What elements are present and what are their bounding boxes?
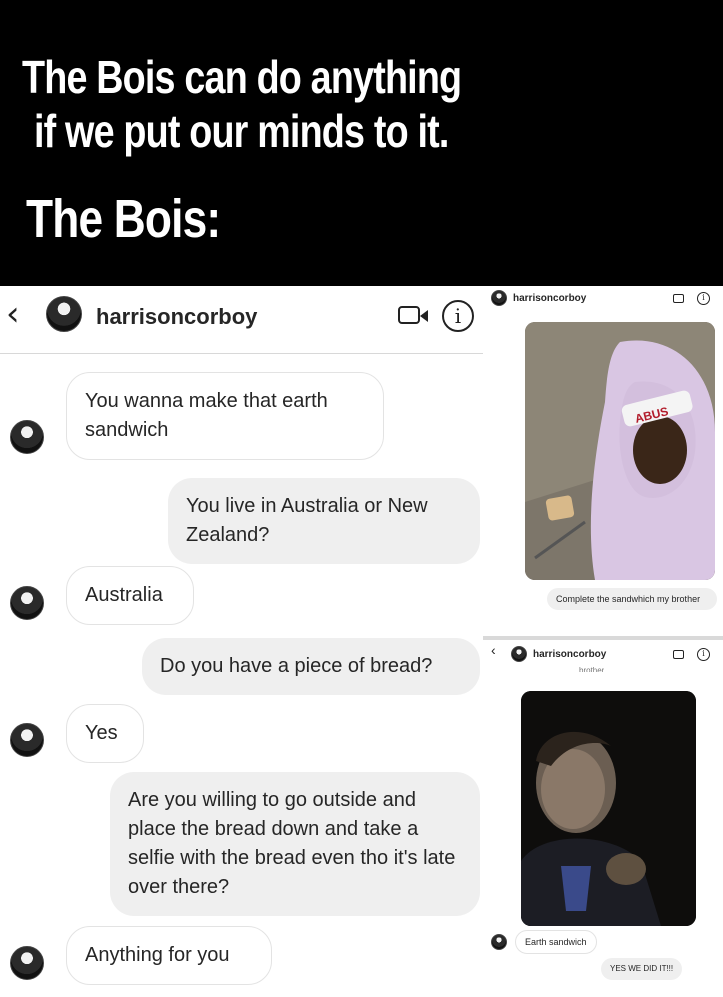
avatar [10,420,44,454]
chat-username: harrisoncorboy [533,649,607,660]
message-received: Australia [66,566,194,625]
caption-line-2: if we put our minds to it. [34,105,449,157]
avatar [491,290,507,306]
message-sent: Do you have a piece of bread? [142,638,480,695]
avatar [10,946,44,980]
message-sent: You live in Australia or New Zealand? [168,478,480,564]
caption-line-1: The Bois can do anything [22,51,462,103]
selfie-hoodie-image: ABUS [525,322,715,580]
message-sent: Complete the sandwhich my brother [547,588,717,610]
info-icon: i [697,648,710,661]
info-icon: i [697,292,710,305]
video-call-icon[interactable] [398,306,428,324]
chat-screenshot-right: harrisoncorboy i ABUS Complete the sandw… [483,286,723,997]
meme-caption: The Bois can do anything if we put our m… [0,0,723,286]
avatar [491,934,507,950]
video-call-icon [673,294,684,303]
message-sent: YES WE DID IT!!! [601,958,683,980]
divider [483,636,723,640]
selfie-night-image [521,691,696,926]
info-icon[interactable]: i [442,300,474,332]
chat-screenshot-left: ‹ harrisoncorboy i You wanna make that e… [0,286,483,997]
video-call-icon [673,650,684,659]
right-top-screenshot: harrisoncorboy i ABUS Complete the sandw… [483,286,723,636]
message-received: Yes [66,704,144,763]
message-received: Earth sandwich [515,930,597,954]
avatar[interactable] [46,296,82,332]
avatar [10,586,44,620]
avatar [10,723,44,757]
chat-username: harrisoncorboy [513,293,587,304]
message-sent: Are you willing to go outside and place … [110,772,480,916]
message-received: You wanna make that earth sandwich [66,372,384,460]
chat-username[interactable]: harrisoncorboy [96,304,257,330]
avatar [511,646,527,662]
back-arrow-icon[interactable]: ‹ [6,294,20,334]
back-arrow-icon: ‹ [491,642,496,658]
selfie-photo-2 [521,691,696,926]
partial-message: brother [579,666,605,672]
chat-header: ‹ harrisoncorboy i [0,286,483,354]
message-received: Anything for you [66,926,272,985]
caption-line-3: The Bois: [26,189,221,249]
selfie-photo-1: ABUS [525,322,715,580]
